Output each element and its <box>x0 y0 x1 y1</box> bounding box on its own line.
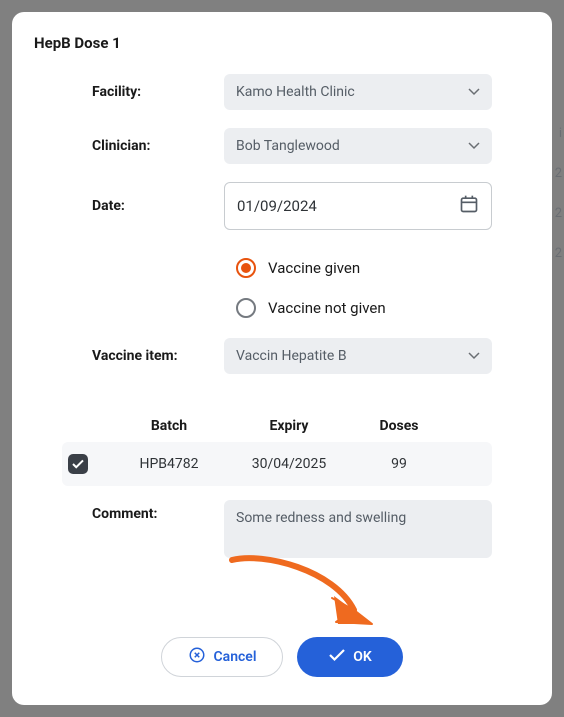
radio-label: Vaccine given <box>268 259 360 277</box>
ok-label: OK <box>353 649 372 665</box>
date-label: Date: <box>34 198 224 214</box>
radio-icon <box>236 258 256 278</box>
batch-row-checkbox[interactable] <box>68 454 88 474</box>
check-icon <box>329 648 345 666</box>
col-doses: Doses <box>354 418 444 434</box>
facility-value: Kamo Health Clinic <box>236 84 355 100</box>
radio-label: Vaccine not given <box>268 299 386 317</box>
cell-doses: 99 <box>354 456 444 472</box>
modal-button-row: Cancel OK <box>34 617 530 677</box>
comment-textarea[interactable]: Some redness and swelling <box>224 500 492 558</box>
bg-text: i <box>559 126 562 141</box>
bg-text: 2 <box>555 206 562 221</box>
clinician-value: Bob Tanglewood <box>236 138 340 154</box>
col-expiry: Expiry <box>224 418 354 434</box>
vaccine-item-row: Vaccine item: Vaccin Hepatite B <box>34 338 530 374</box>
facility-label: Facility: <box>34 84 224 100</box>
clinician-row: Clinician: Bob Tanglewood <box>34 128 530 164</box>
chevron-down-icon <box>468 88 480 96</box>
bg-text: 2 <box>555 246 562 261</box>
modal-title: HepB Dose 1 <box>34 34 530 52</box>
batch-table: Batch Expiry Doses HPB4782 30/04/2025 99 <box>62 410 492 486</box>
table-row[interactable]: HPB4782 30/04/2025 99 <box>62 442 492 486</box>
vaccine-item-value: Vaccin Hepatite B <box>236 348 347 364</box>
cancel-button[interactable]: Cancel <box>161 637 284 677</box>
comment-label: Comment: <box>34 500 224 522</box>
cell-expiry: 30/04/2025 <box>224 456 354 472</box>
date-value: 01/09/2024 <box>237 197 317 215</box>
vaccine-item-label: Vaccine item: <box>34 348 224 364</box>
radio-vaccine-not-given[interactable]: Vaccine not given <box>224 288 530 328</box>
radio-vaccine-given[interactable]: Vaccine given <box>224 248 530 288</box>
batch-table-header: Batch Expiry Doses <box>62 410 492 442</box>
vaccine-status-radio-group: Vaccine given Vaccine not given <box>224 248 530 328</box>
cell-batch: HPB4782 <box>114 456 224 472</box>
col-batch: Batch <box>114 418 224 434</box>
chevron-down-icon <box>468 142 480 150</box>
cancel-circle-x-icon <box>188 646 206 668</box>
cancel-label: Cancel <box>214 649 257 665</box>
radio-icon <box>236 298 256 318</box>
vaccine-dose-modal: HepB Dose 1 Facility: Kamo Health Clinic… <box>12 12 552 705</box>
ok-button[interactable]: OK <box>297 637 403 677</box>
comment-row: Comment: Some redness and swelling <box>34 500 530 558</box>
chevron-down-icon <box>468 352 480 360</box>
clinician-label: Clinician: <box>34 138 224 154</box>
vaccine-item-select[interactable]: Vaccin Hepatite B <box>224 338 492 374</box>
facility-row: Facility: Kamo Health Clinic <box>34 74 530 110</box>
clinician-select[interactable]: Bob Tanglewood <box>224 128 492 164</box>
facility-select[interactable]: Kamo Health Clinic <box>224 74 492 110</box>
calendar-icon[interactable] <box>459 194 479 218</box>
date-input[interactable]: 01/09/2024 <box>224 182 492 230</box>
bg-text: 2 <box>555 166 562 181</box>
date-row: Date: 01/09/2024 <box>34 182 530 230</box>
